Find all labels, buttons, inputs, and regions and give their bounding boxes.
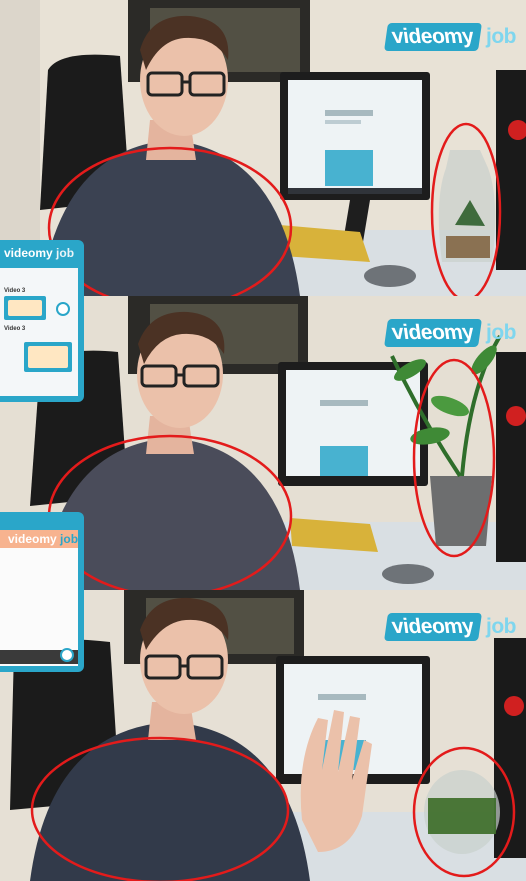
mouse [382, 564, 434, 584]
pc-tower [496, 70, 526, 270]
thumbnail-logo: videomy job [4, 246, 75, 260]
pc-tower [496, 352, 526, 562]
chat-circle-icon [60, 648, 74, 662]
videomyjob-logo: videomy job [384, 22, 517, 52]
thumbnail-overlay-2: videomy job [0, 512, 84, 672]
videomyjob-logo: videomy job [384, 318, 517, 348]
logo-word-my: my [442, 615, 476, 638]
play-circle-icon [56, 302, 70, 316]
thumbnail-overlay-1: videomy job Video 3 Video 3 [0, 240, 84, 402]
plant-pot [430, 476, 492, 546]
thumbnail-video-label-b: Video 3 [4, 326, 26, 332]
logo-word-job: job [486, 615, 517, 638]
video-frame-stack: videomy job videomy job videomy job vide… [0, 0, 526, 881]
film-reel-icon [4, 296, 46, 320]
logo-word-my: my [442, 321, 476, 344]
pc-tower [494, 638, 526, 858]
thumbnail-video-label-a: Video 3 [4, 288, 26, 294]
logo-word-video: video [390, 25, 447, 48]
logo-word-job: job [486, 25, 517, 48]
logo-word-job: job [486, 321, 517, 344]
logo-word-my: my [442, 25, 476, 48]
logo-word-video: video [390, 615, 447, 638]
thumbnail-panel: Video 3 Video 3 [0, 268, 78, 396]
thumbnail-logo: videomy job [8, 532, 79, 546]
videomyjob-logo: videomy job [384, 612, 517, 642]
logo-word-video: video [390, 321, 447, 344]
mouse [364, 265, 416, 287]
film-reel-icon [24, 342, 72, 372]
